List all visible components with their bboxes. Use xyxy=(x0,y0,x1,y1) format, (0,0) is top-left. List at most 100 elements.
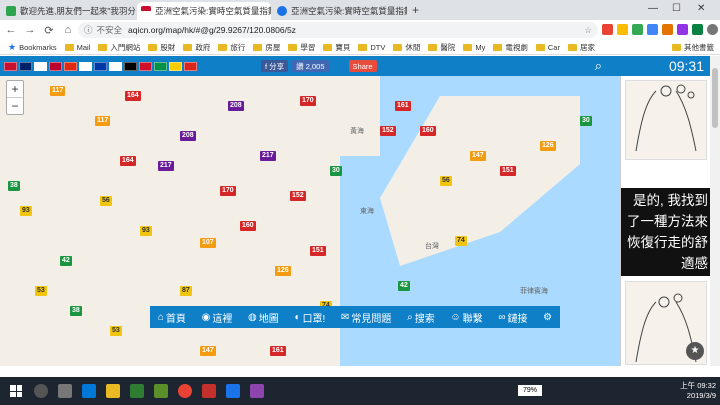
other-bookmarks[interactable]: 其他書籤 xyxy=(672,42,714,53)
aqi-station-marker[interactable]: 152 xyxy=(290,191,306,201)
aqi-station-marker[interactable]: 87 xyxy=(180,286,192,296)
nav-settings[interactable]: ⚙ xyxy=(543,312,552,323)
bookmark-folder[interactable]: 股財 xyxy=(148,42,175,53)
facebook-share-button[interactable]: f 分享 xyxy=(261,60,289,72)
bookmark-folder[interactable]: 寶貝 xyxy=(323,42,350,53)
language-flag-icon[interactable] xyxy=(64,61,77,71)
nav-links[interactable]: ∞ 鏈接 xyxy=(498,310,527,325)
extension-icon[interactable] xyxy=(632,24,643,35)
aqi-station-marker[interactable]: 126 xyxy=(275,266,291,276)
aqi-station-marker[interactable]: 147 xyxy=(200,346,216,356)
extension-icon[interactable] xyxy=(617,24,628,35)
new-tab-button[interactable]: + xyxy=(412,3,419,17)
aqi-station-marker[interactable]: 152 xyxy=(380,126,396,136)
aqi-station-marker[interactable]: 93 xyxy=(20,206,32,216)
aqi-station-marker[interactable]: 208 xyxy=(228,101,244,111)
address-bar[interactable]: ⓘ 不安全 aqicn.org/map/hk/#@g/29.9267/120.0… xyxy=(78,22,598,38)
nav-home[interactable]: ⌂ 首頁 xyxy=(158,310,186,325)
back-icon[interactable]: ← xyxy=(3,24,19,36)
home-icon[interactable]: ⌂ xyxy=(60,24,76,36)
app-icon[interactable] xyxy=(130,384,144,398)
aqi-station-marker[interactable]: 42 xyxy=(60,256,72,266)
app-icon[interactable] xyxy=(202,384,216,398)
aqi-station-marker[interactable]: 164 xyxy=(125,91,141,101)
language-flag-icon[interactable] xyxy=(49,61,62,71)
app-icon[interactable] xyxy=(154,384,168,398)
aqi-station-marker[interactable]: 147 xyxy=(470,151,486,161)
aqi-station-marker[interactable]: 30 xyxy=(330,166,342,176)
aqi-station-marker[interactable]: 53 xyxy=(35,286,47,296)
ad-headline[interactable]: 是的, 我找到了一種方法來恢復行走的舒適感 xyxy=(621,188,710,276)
aqi-station-marker[interactable]: 160 xyxy=(420,126,436,136)
aqi-station-marker[interactable]: 38 xyxy=(8,181,20,191)
bookmark-folder[interactable]: Mail xyxy=(64,43,90,52)
aqi-station-marker[interactable]: 160 xyxy=(240,221,256,231)
bookmark-folder[interactable]: 房屋 xyxy=(253,42,280,53)
aqi-station-marker[interactable]: 56 xyxy=(440,176,452,186)
battery-indicator[interactable]: 79% xyxy=(518,385,542,396)
extension-icon[interactable] xyxy=(647,24,658,35)
nav-mask[interactable]: ◐ 口罩! xyxy=(294,310,325,325)
close-window-icon[interactable]: ✕ xyxy=(697,3,705,14)
aqi-station-marker[interactable]: 117 xyxy=(95,116,111,126)
aqi-station-marker[interactable]: 38 xyxy=(70,306,82,316)
bookmark-folder[interactable]: 醫院 xyxy=(428,42,455,53)
extension-icon[interactable] xyxy=(602,24,613,35)
aqi-station-marker[interactable]: 208 xyxy=(180,131,196,141)
aqi-station-marker[interactable]: 161 xyxy=(395,101,411,111)
aqi-station-marker[interactable]: 217 xyxy=(260,151,276,161)
language-flag-icon[interactable] xyxy=(109,61,122,71)
minimize-icon[interactable]: — xyxy=(648,3,658,14)
extension-icon[interactable] xyxy=(692,24,703,35)
extension-icon[interactable] xyxy=(677,24,688,35)
aqi-station-marker[interactable]: 107 xyxy=(200,238,216,248)
extension-icon[interactable] xyxy=(662,24,673,35)
aqi-station-marker[interactable]: 170 xyxy=(300,96,316,106)
aqi-station-marker[interactable]: 93 xyxy=(140,226,152,236)
language-flag-icon[interactable] xyxy=(154,61,167,71)
aqi-station-marker[interactable]: 164 xyxy=(120,156,136,166)
share-button[interactable]: Share xyxy=(348,60,377,72)
aqi-station-marker[interactable]: 30 xyxy=(580,116,592,126)
app-icon[interactable] xyxy=(226,384,240,398)
aqi-station-marker[interactable]: 56 xyxy=(100,196,112,206)
aqi-station-marker[interactable]: 117 xyxy=(50,86,66,96)
browser-tab[interactable]: 亞洲空氣污染:實時空氣質量指數地圖 ✕ xyxy=(273,2,407,20)
chrome-icon[interactable] xyxy=(178,384,192,398)
nav-contact[interactable]: ☺ 聯繫 xyxy=(450,310,482,325)
bookmark-folder[interactable]: 休閒 xyxy=(393,42,420,53)
windows-start-button[interactable] xyxy=(6,381,26,401)
language-flag-icon[interactable] xyxy=(124,61,137,71)
language-flag-icon[interactable] xyxy=(34,61,47,71)
language-flag-icon[interactable] xyxy=(19,61,32,71)
task-view-icon[interactable] xyxy=(58,384,72,398)
maximize-icon[interactable]: ☐ xyxy=(672,3,681,14)
search-icon[interactable]: ⌕ xyxy=(595,58,602,74)
bookmark-apps[interactable]: ★ Bookmarks xyxy=(8,42,57,53)
nav-search[interactable]: ⌕ 搜索 xyxy=(407,310,435,325)
aqi-station-marker[interactable]: 42 xyxy=(398,281,410,291)
language-flag-icon[interactable] xyxy=(139,61,152,71)
nav-map[interactable]: ◍ 地圖 xyxy=(248,310,279,325)
aqi-station-marker[interactable]: 161 xyxy=(270,346,286,356)
browser-tab[interactable]: 歡迎先進,朋友們一起來"我羽分享" ✕ xyxy=(2,2,135,20)
system-clock[interactable]: 上午 09:32 2019/3/9 xyxy=(680,381,716,401)
aqi-station-marker[interactable]: 151 xyxy=(500,166,516,176)
scrollbar-thumb[interactable] xyxy=(712,68,718,128)
aqi-station-marker[interactable]: 74 xyxy=(455,236,467,246)
bookmark-folder[interactable]: DTV xyxy=(358,43,385,52)
zoom-in-button[interactable]: + xyxy=(7,81,23,97)
nav-faq[interactable]: ✉ 常見問題 xyxy=(341,310,391,325)
url-text[interactable]: aqicn.org/map/hk/#@g/29.9267/120.0806/5z xyxy=(128,25,296,35)
bookmark-folder[interactable]: 旅行 xyxy=(218,42,245,53)
like-button[interactable]: 讚 2,005 xyxy=(292,60,329,72)
zoom-out-button[interactable]: − xyxy=(7,97,23,114)
bookmark-folder[interactable]: 政府 xyxy=(183,42,210,53)
bookmark-folder[interactable]: 電視劇 xyxy=(493,42,528,53)
aqi-station-marker[interactable]: 170 xyxy=(220,186,236,196)
language-flag-icon[interactable] xyxy=(4,61,17,71)
advertisement[interactable]: 是的, 我找到了一種方法來恢復行走的舒適感 ★ xyxy=(620,76,710,366)
language-flag-icon[interactable] xyxy=(79,61,92,71)
nav-here[interactable]: ◉ 這裡 xyxy=(202,310,233,325)
forward-icon[interactable]: → xyxy=(22,24,38,36)
